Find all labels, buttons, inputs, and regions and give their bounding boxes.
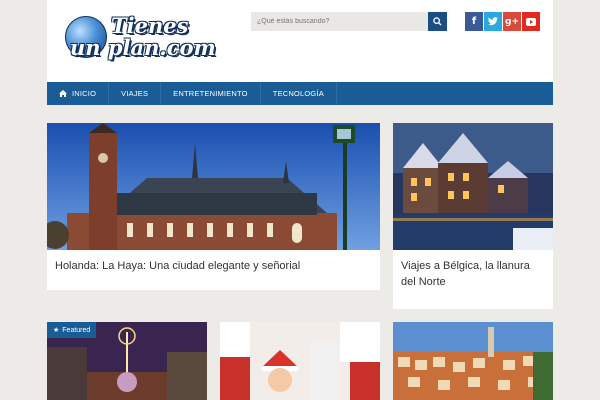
post-image-santa[interactable]	[220, 322, 380, 400]
post-card-christmas[interactable]	[220, 322, 380, 400]
logo-text-line2: un plan.com	[70, 35, 216, 60]
post-card-city[interactable]	[393, 322, 553, 400]
nav-label-tecnologia: TECNOLOGÍA	[272, 89, 324, 98]
post-card-side[interactable]: Viajes a Bélgica, la llanura del Norte	[393, 123, 553, 309]
post-image-la-haya[interactable]	[47, 123, 380, 250]
google-plus-icon[interactable]: g+	[503, 12, 521, 31]
nav-label-entretenimiento: ENTRETENIMIENTO	[173, 89, 248, 98]
search-icon	[433, 17, 442, 26]
facebook-icon[interactable]: f	[465, 12, 483, 31]
featured-badge-label: Featured	[62, 326, 91, 334]
search-input[interactable]	[251, 12, 428, 31]
nav-item-entretenimiento[interactable]: ENTRETENIMIENTO	[161, 82, 261, 105]
social-links: f g+	[465, 12, 540, 31]
post-card-main[interactable]: Holanda: La Haya: Una ciudad elegante y …	[47, 123, 380, 290]
post-image-belgica[interactable]	[393, 123, 553, 250]
post-card-featured[interactable]: ★ Featured	[47, 322, 207, 400]
twitter-icon[interactable]	[484, 12, 502, 31]
nav-item-viajes[interactable]: VIAJES	[109, 82, 162, 105]
main-nav: INICIO VIAJES ENTRETENIMIENTO TECNOLOGÍA	[47, 82, 553, 105]
nav-label-viajes: VIAJES	[121, 89, 149, 98]
site-logo[interactable]: Tienes un plan.com	[65, 13, 230, 60]
youtube-icon[interactable]	[522, 12, 540, 31]
search-form	[251, 12, 447, 31]
post-title-la-haya[interactable]: Holanda: La Haya: Una ciudad elegante y …	[47, 250, 380, 282]
search-button[interactable]	[428, 12, 447, 31]
nav-item-tecnologia[interactable]: TECNOLOGÍA	[261, 82, 337, 105]
post-image-porto[interactable]	[393, 322, 553, 400]
star-icon: ★	[53, 326, 60, 334]
nav-item-inicio[interactable]: INICIO	[47, 82, 110, 105]
nav-label-inicio: INICIO	[72, 89, 97, 98]
featured-badge: ★ Featured	[47, 322, 97, 338]
site-header: Tienes un plan.com f g+	[47, 0, 553, 82]
post-title-belgica[interactable]: Viajes a Bélgica, la llanura del Norte	[393, 250, 553, 298]
home-icon	[59, 90, 67, 97]
